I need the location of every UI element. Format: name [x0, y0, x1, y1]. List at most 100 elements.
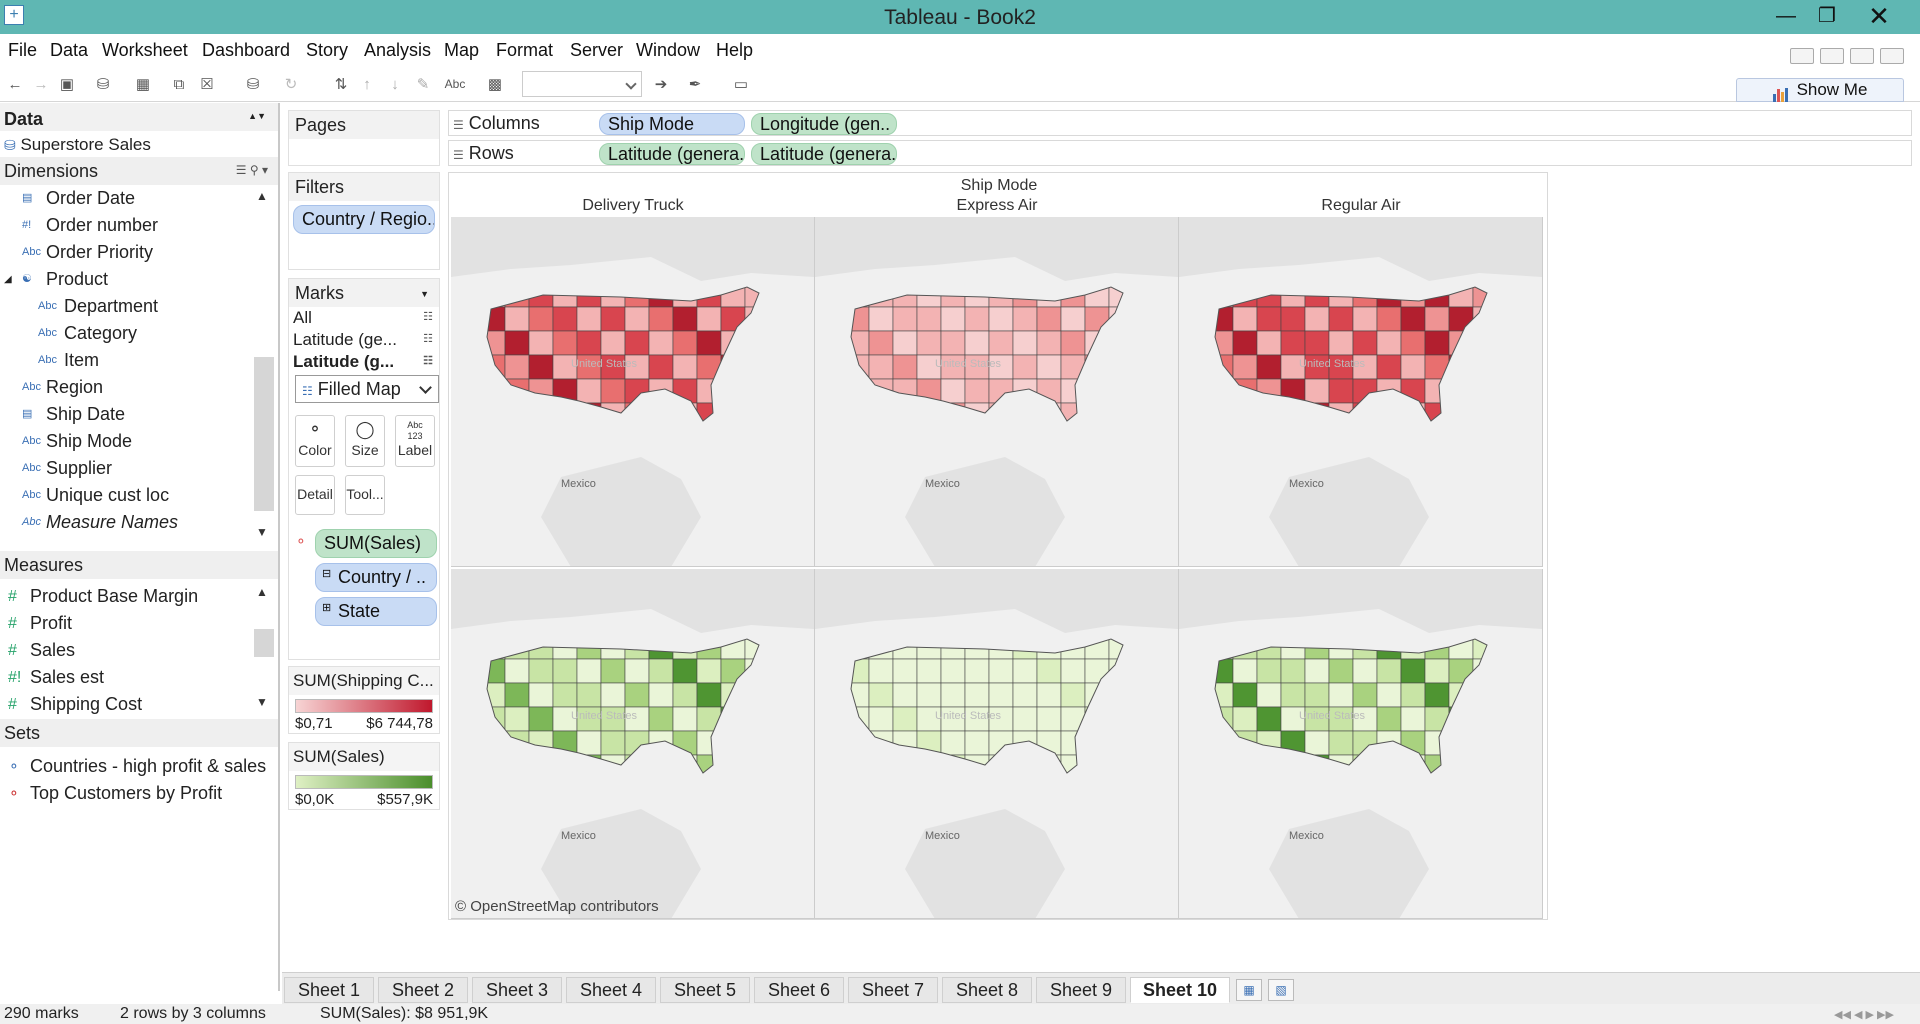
redo-icon[interactable]: → — [30, 74, 52, 94]
columns-shelf[interactable]: ☰ Columns Ship Mode Longitude (gen.. — [448, 110, 1912, 136]
marks-pill-sum-sales[interactable]: SUM(Sales) — [315, 529, 437, 558]
measures-scrollbar[interactable]: ▲ ▼ — [252, 583, 274, 713]
menu-story[interactable]: Story — [306, 40, 348, 61]
save-icon[interactable]: ▣ — [56, 74, 78, 94]
legend-sales[interactable]: SUM(Sales) $0,0K $557,9K — [288, 742, 440, 810]
new-worksheet-tab-icon[interactable]: ▦ — [1236, 979, 1262, 1001]
map-panel[interactable]: United States Mexico — [451, 569, 815, 919]
undo-icon[interactable]: ← — [4, 74, 26, 94]
new-dashboard-tab-icon[interactable]: ▧ — [1268, 979, 1294, 1001]
pin-axes-icon[interactable]: ➔ — [650, 74, 672, 94]
tab-sheet-6[interactable]: Sheet 6 — [754, 977, 844, 1003]
size-button[interactable]: ◯ Size — [345, 415, 385, 467]
field-product[interactable]: ◢ ☯ Product — [0, 266, 278, 293]
scroll-up-icon[interactable]: ▲ — [256, 585, 268, 599]
mark-type-select[interactable]: ☷ Filled Map — [295, 375, 439, 403]
menu-worksheet[interactable]: Worksheet — [102, 40, 188, 61]
collapse-icon[interactable]: ◢ — [4, 266, 12, 293]
presentation-mode-icon[interactable] — [1790, 48, 1814, 64]
presentation-icon[interactable]: ▭ — [730, 74, 752, 94]
pages-card[interactable]: Pages — [288, 110, 440, 166]
menu-data[interactable]: Data — [50, 40, 88, 61]
detail-button[interactable]: Detail — [295, 475, 335, 515]
menu-analysis[interactable]: Analysis — [364, 40, 431, 61]
map-panel[interactable]: United States Mexico — [451, 217, 815, 567]
data-source-icon[interactable]: ⛁ — [92, 74, 114, 94]
tab-sheet-1[interactable]: Sheet 1 — [284, 977, 374, 1003]
menu-map[interactable]: Map — [444, 40, 479, 61]
rows-pill-latitude-2[interactable]: Latitude (genera.. — [751, 143, 897, 165]
scrollbar-thumb[interactable] — [254, 357, 274, 511]
sort-ascending-icon[interactable]: ↑ — [356, 74, 378, 94]
marks-layer-latitude-2[interactable]: Latitude (g... ☷ — [289, 351, 439, 373]
map-panel[interactable]: United States Mexico — [1179, 217, 1543, 567]
marks-pill-state[interactable]: ⊞ State — [315, 597, 437, 626]
tab-sheet-4[interactable]: Sheet 4 — [566, 977, 656, 1003]
filter-pill-country[interactable]: Country / Regio.. — [293, 205, 435, 234]
tab-sheet-8[interactable]: Sheet 8 — [942, 977, 1032, 1003]
tab-sheet-7[interactable]: Sheet 7 — [848, 977, 938, 1003]
tab-sheet-10[interactable]: Sheet 10 — [1130, 977, 1230, 1003]
fit-dropdown[interactable] — [522, 71, 642, 97]
set-countries-high-profit[interactable]: ⚬ Countries - high profit & sales — [0, 753, 278, 780]
measure-sales[interactable]: # Sales — [0, 637, 278, 664]
measure-product-base-margin[interactable]: # Product Base Margin — [0, 583, 278, 610]
restore-icon[interactable]: ❐ — [1806, 2, 1848, 30]
search-icon[interactable]: ☰ ⚲ ▾ — [236, 163, 268, 177]
duplicate-sheet-icon[interactable]: ⧉ — [168, 74, 190, 94]
columns-pill-longitude[interactable]: Longitude (gen.. — [751, 113, 897, 135]
color-button[interactable]: ⚬ Color — [295, 415, 335, 467]
filters-card[interactable]: Filters Country / Regio.. — [288, 172, 440, 270]
tab-sheet-2[interactable]: Sheet 2 — [378, 977, 468, 1003]
sheet-nav-icons[interactable]: ◀◀ ◀ ▶ ▶▶ — [1834, 1008, 1894, 1021]
dimensions-scrollbar[interactable]: ▲ ▼ — [252, 185, 274, 545]
tab-sheet-3[interactable]: Sheet 3 — [472, 977, 562, 1003]
scroll-up-icon[interactable]: ▲ — [256, 189, 268, 203]
minimize-icon[interactable]: — — [1765, 2, 1807, 30]
new-worksheet-icon[interactable]: ▦ — [132, 74, 154, 94]
sort-descending-icon[interactable]: ↓ — [384, 74, 406, 94]
set-top-customers[interactable]: ⚬ Top Customers by Profit — [0, 780, 278, 807]
marks-layer-latitude-1[interactable]: Latitude (ge... ☷ — [289, 329, 439, 351]
refresh-icon[interactable]: ↻ — [280, 74, 302, 94]
rows-shelf[interactable]: ☰ Rows Latitude (genera.. Latitude (gene… — [448, 140, 1912, 166]
map-panel[interactable]: United States Mexico — [815, 217, 1179, 567]
menu-server[interactable]: Server — [570, 40, 623, 61]
scroll-down-icon[interactable]: ▼ — [256, 525, 268, 539]
menu-window[interactable]: Window — [636, 40, 700, 61]
field-supplier[interactable]: Abc Supplier — [0, 455, 278, 482]
swap-icon[interactable]: ⇅ — [330, 74, 352, 94]
pane-menu-icon[interactable]: ▲▼ — [248, 111, 266, 121]
field-department[interactable]: Abc Department — [0, 293, 278, 320]
field-order-number[interactable]: #! Order number — [0, 212, 278, 239]
menu-format[interactable]: Format — [496, 40, 553, 61]
field-order-priority[interactable]: Abc Order Priority — [0, 239, 278, 266]
start-page-icon[interactable] — [1880, 48, 1904, 64]
datasource-item[interactable]: ⛁ Superstore Sales — [0, 131, 278, 157]
rows-pill-latitude-1[interactable]: Latitude (genera.. — [599, 143, 745, 165]
menu-file[interactable]: File — [8, 40, 37, 61]
scroll-down-icon[interactable]: ▼ — [256, 695, 268, 709]
show-me-button[interactable]: Show Me — [1736, 78, 1904, 102]
menu-dashboard[interactable]: Dashboard — [202, 40, 290, 61]
highlight-icon[interactable]: ✎ — [412, 74, 434, 94]
field-region[interactable]: Abc Region — [0, 374, 278, 401]
label-button[interactable]: Abc 123 Label — [395, 415, 435, 467]
clear-sheet-icon[interactable]: ☒ — [196, 74, 218, 94]
marks-layer-all[interactable]: All ☷ — [289, 307, 439, 329]
tab-sheet-5[interactable]: Sheet 5 — [660, 977, 750, 1003]
measure-profit[interactable]: # Profit — [0, 610, 278, 637]
field-unique-cust-loc[interactable]: Abc Unique cust loc — [0, 482, 278, 509]
annotate-icon[interactable]: ✒ — [684, 74, 706, 94]
map-panel[interactable]: United States Mexico — [1179, 569, 1543, 919]
pause-updates-icon[interactable]: ⛁ — [242, 74, 264, 94]
field-item[interactable]: Abc Item — [0, 347, 278, 374]
scrollbar-thumb[interactable] — [254, 629, 274, 657]
fit-icon[interactable]: ▩ — [484, 74, 506, 94]
tab-sheet-9[interactable]: Sheet 9 — [1036, 977, 1126, 1003]
columns-pill-ship-mode[interactable]: Ship Mode — [599, 113, 745, 135]
field-measure-names[interactable]: Abc Measure Names — [0, 509, 278, 536]
field-ship-date[interactable]: ▤ Ship Date — [0, 401, 278, 428]
grid-view-icon[interactable] — [1820, 48, 1844, 64]
marks-menu-icon[interactable]: ▼ — [420, 289, 429, 299]
